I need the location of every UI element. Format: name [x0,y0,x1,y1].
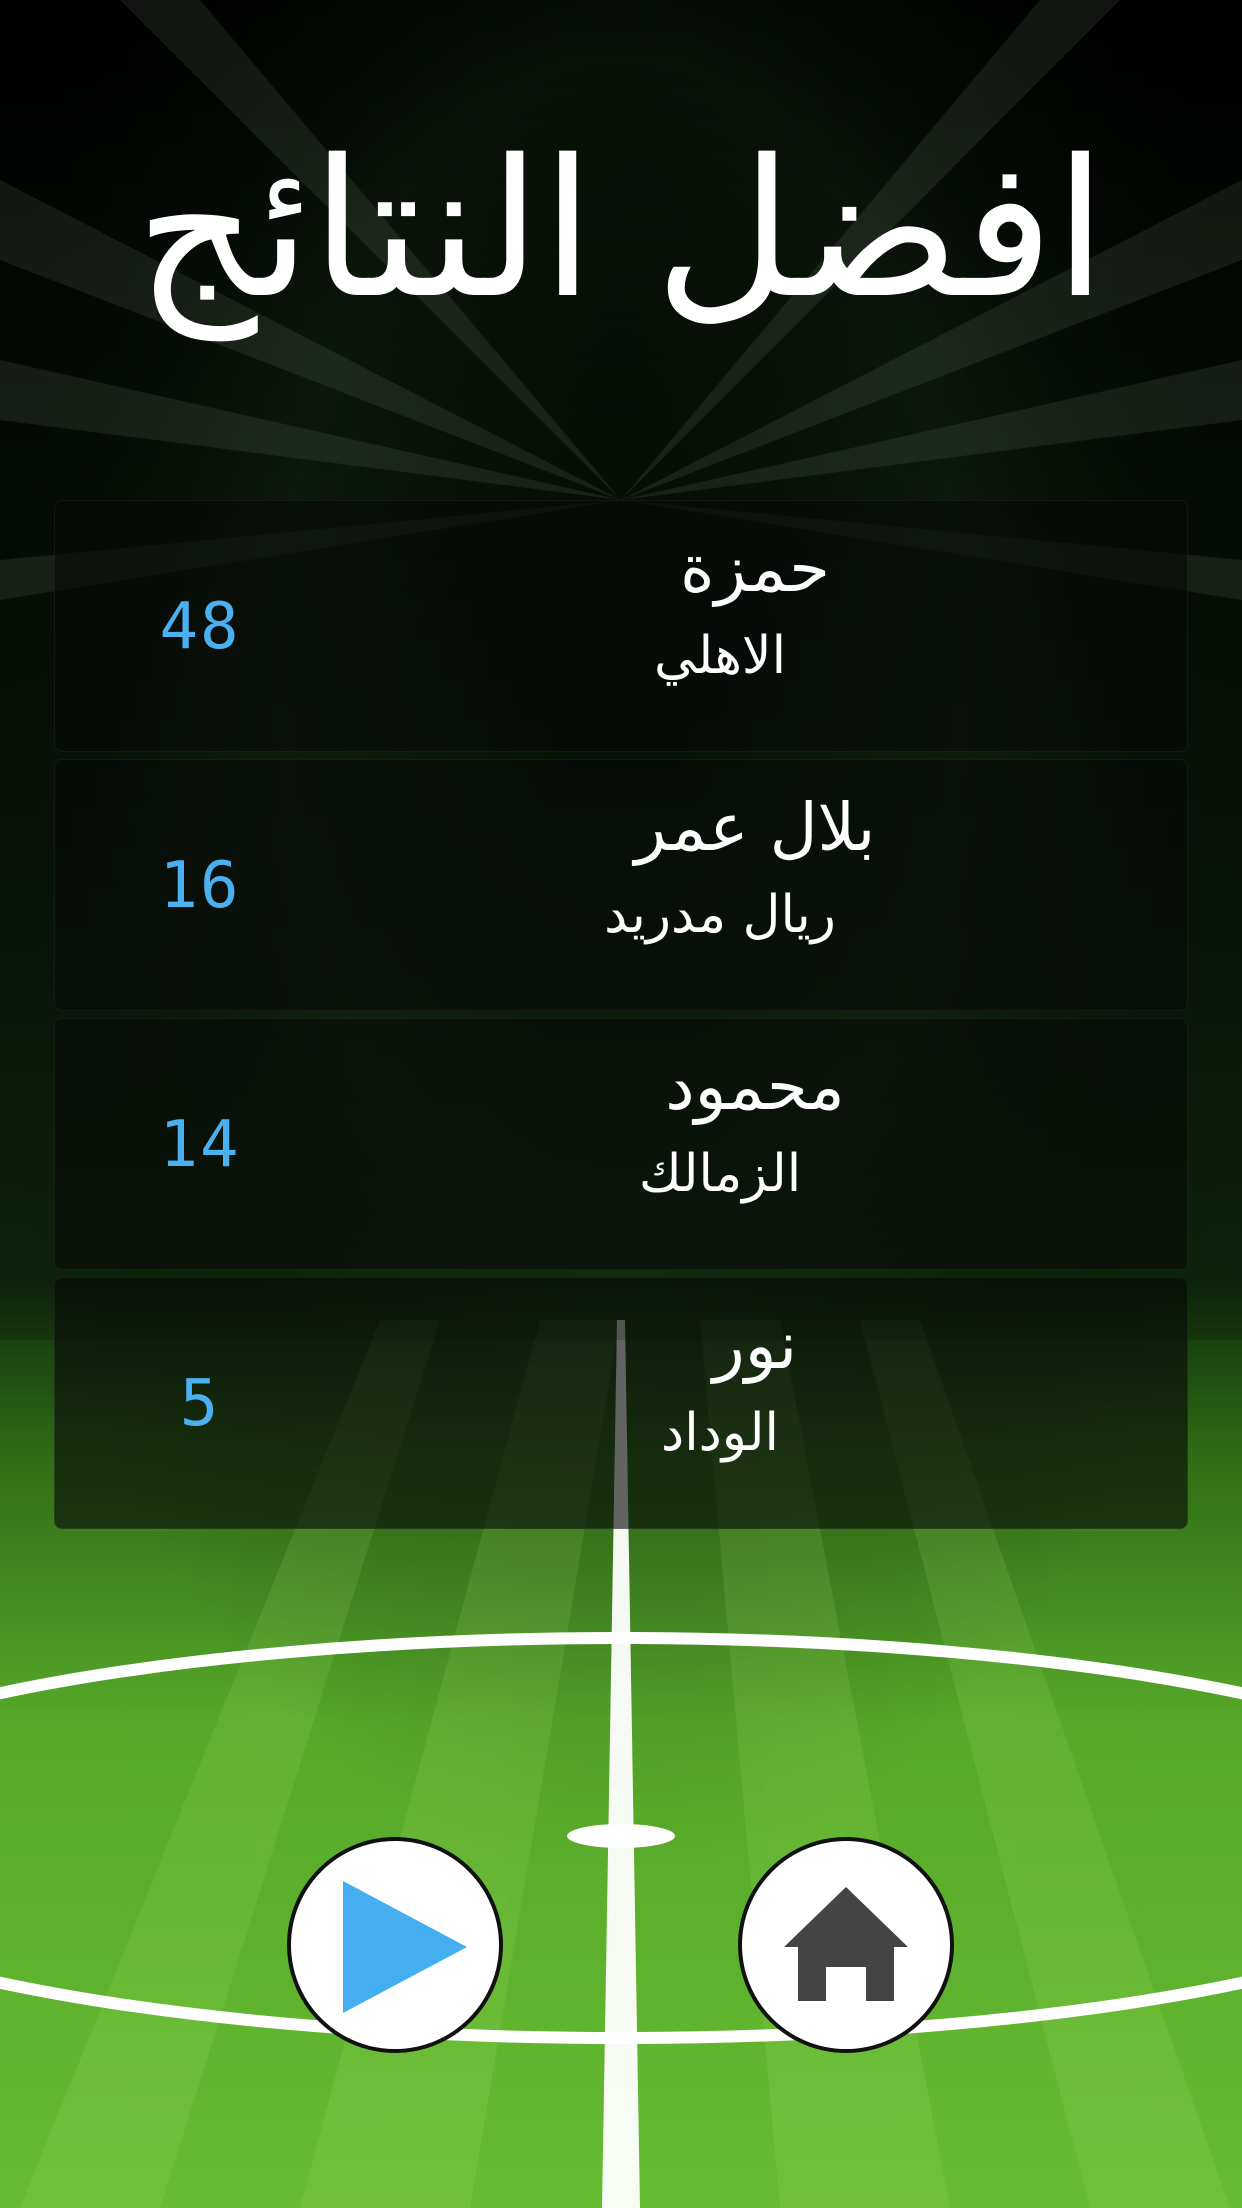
home-icon [784,1887,908,2001]
list-item: 14 محمود الزمالك [54,1018,1188,1270]
page-title: افضل النتائج [135,119,1107,340]
leaderboard-list: 48 حمزة الاهلي 16 بلال عمر ريال مدريد 14… [54,500,1188,1536]
score-value: 5 [179,1367,221,1441]
score-value: 14 [159,1108,241,1182]
home-button[interactable] [738,1837,954,2053]
list-item: 16 بلال عمر ريال مدريد [54,759,1188,1011]
list-item: 48 حمزة الاهلي [54,500,1188,752]
team-name: الوداد [661,1403,779,1463]
team-name: الاهلي [653,626,787,686]
play-button[interactable] [287,1837,503,2053]
player-name: حمزة [680,530,830,607]
player-name: نور [712,1307,798,1384]
player-name: بلال عمر [634,789,876,866]
player-name: محمود [665,1048,845,1125]
play-icon [343,1881,467,2013]
team-name: الزمالك [638,1144,802,1204]
list-item: 5 نور الوداد [54,1277,1188,1529]
score-value: 16 [159,849,241,923]
score-value: 48 [159,590,241,664]
team-name: ريال مدريد [604,885,836,945]
